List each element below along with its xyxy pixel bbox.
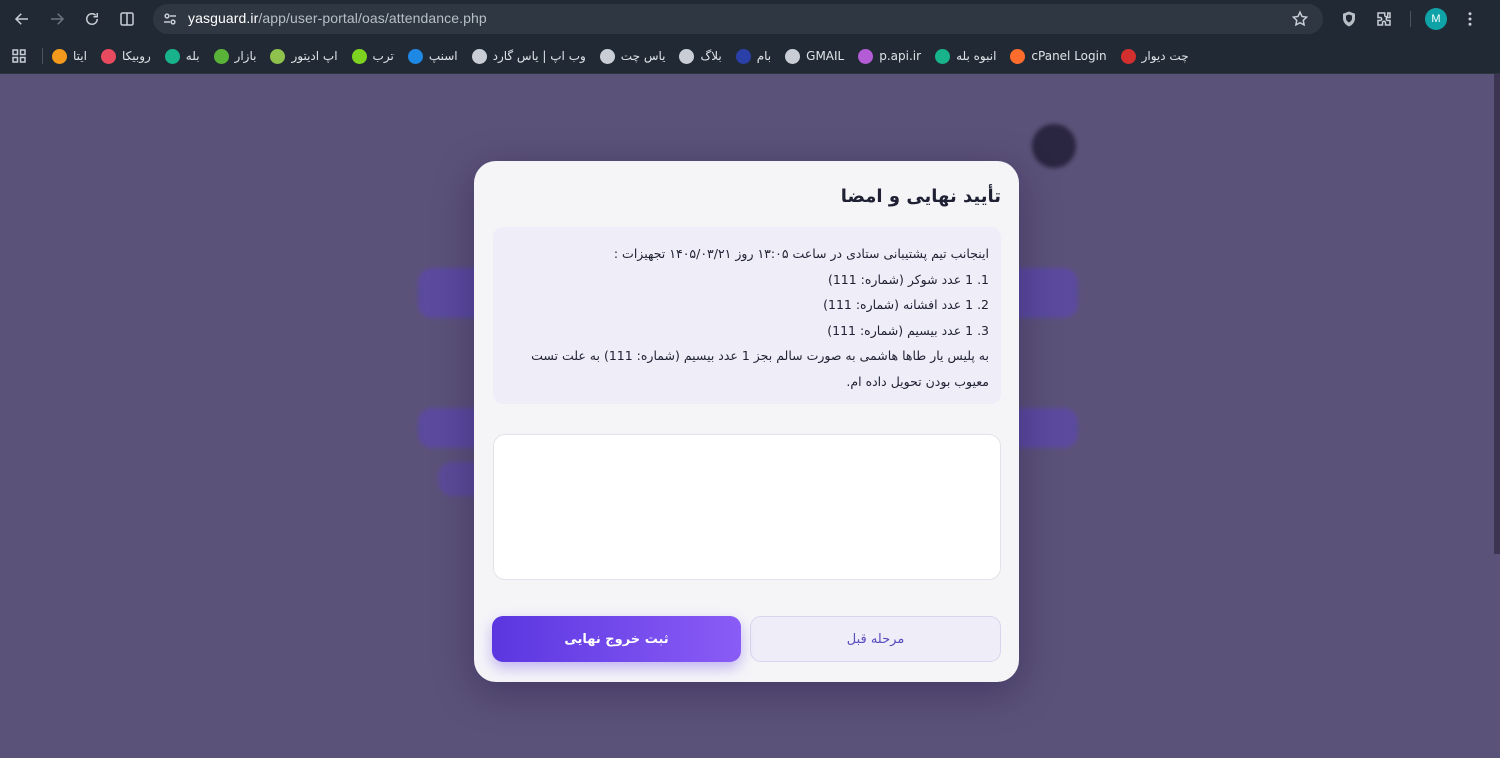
url-path: /app/user-portal/oas/attendance.php — [258, 10, 487, 26]
bookmark-label: ایتا — [73, 49, 87, 63]
bookmark-item[interactable]: وب اپ | یاس گارد — [471, 44, 586, 68]
bookmark-label: p.api.ir — [879, 49, 922, 63]
final-exit-submit-button[interactable]: ثبت خروج نهایی — [492, 616, 741, 662]
bookmark-favicon-icon — [858, 48, 874, 64]
statement-line: اینجانب تیم پشتیبانی ستادی در ساعت ۱۳:۰۵… — [613, 246, 989, 261]
extensions-puzzle-icon[interactable] — [1373, 8, 1395, 30]
split-view-icon[interactable] — [116, 8, 138, 30]
handover-statement: اینجانب تیم پشتیبانی ستادی در ساعت ۱۳:۰۵… — [493, 227, 1001, 404]
bookmark-favicon-icon — [471, 48, 487, 64]
bookmark-item[interactable]: cPanel Login — [1010, 44, 1107, 68]
bookmark-item[interactable]: اپ ادیتور — [270, 44, 338, 68]
bookmark-favicon-icon — [735, 48, 751, 64]
bookmark-item[interactable]: یاس چت — [599, 44, 666, 68]
bookmarks-list: ایتا روبیکا بله بازار اپ ادیتور ترب اسنپ وب اپ … — [52, 38, 1192, 74]
kebab-menu-icon[interactable] — [1459, 8, 1481, 30]
address-bar[interactable]: yasguard.ir/app/user-portal/oas/attendan… — [153, 4, 1323, 34]
bookmark-favicon-icon — [351, 48, 367, 64]
apps-grid-icon[interactable] — [10, 47, 28, 65]
backdrop-avatar — [1032, 124, 1076, 168]
bookmark-label: چت دیوار — [1141, 49, 1189, 63]
bookmark-item[interactable]: بلاگ — [679, 44, 722, 68]
bookmark-favicon-icon — [1010, 48, 1026, 64]
bookmark-item[interactable]: روبیکا — [100, 44, 151, 68]
back-icon[interactable] — [11, 8, 33, 30]
browser-toolbar: yasguard.ir/app/user-portal/oas/attendan… — [0, 0, 1500, 38]
statement-line: به پلیس یار طاها هاشمی به صورت سالم بجز … — [531, 348, 989, 389]
bookmark-star-icon[interactable] — [1291, 10, 1309, 28]
bookmark-favicon-icon — [785, 48, 801, 64]
bookmark-item[interactable]: انبوه بله — [935, 44, 996, 68]
bookmark-item[interactable]: بله — [164, 44, 200, 68]
forward-icon[interactable] — [46, 8, 68, 30]
bookmark-favicon-icon — [270, 48, 286, 64]
bookmark-favicon-icon — [1120, 48, 1136, 64]
bookmark-favicon-icon — [599, 48, 615, 64]
bookmark-item[interactable]: GMAIL — [785, 44, 844, 68]
toolbar-divider — [1410, 11, 1411, 27]
bookmark-favicon-icon — [935, 48, 951, 64]
previous-step-button[interactable]: مرحله قبل — [750, 616, 1001, 662]
bookmark-label: اسنپ — [428, 49, 458, 63]
profile-avatar[interactable]: M — [1425, 8, 1447, 30]
bookmark-item[interactable]: ایتا — [52, 44, 87, 68]
bookmark-label: انبوه بله — [956, 49, 997, 63]
bookmark-favicon-icon — [213, 48, 229, 64]
bookmark-favicon-icon — [407, 48, 423, 64]
bookmark-label: GMAIL — [806, 49, 845, 63]
bookmark-label: بازار — [234, 49, 257, 63]
statement-item: 1. 1 عدد شوکر (شماره: 111) — [827, 271, 989, 287]
bookmark-label: وب اپ | یاس گارد — [492, 49, 586, 63]
modal-title: تأیید نهایی و امضا — [840, 186, 1001, 207]
bookmark-label: بله — [185, 49, 200, 63]
bookmark-label: اپ ادیتور — [291, 49, 338, 63]
bookmark-label: یاس چت — [620, 49, 666, 63]
bookmark-favicon-icon — [52, 48, 67, 64]
statement-item: 3. 1 عدد بیسیم (شماره: 111) — [827, 322, 989, 338]
bookmark-item[interactable]: بام — [735, 44, 772, 68]
reload-icon[interactable] — [81, 8, 103, 30]
bookmark-label: بلاگ — [700, 49, 722, 63]
bookmark-favicon-icon — [100, 48, 116, 64]
bookmark-label: ترب — [372, 49, 394, 63]
bookmark-favicon-icon — [679, 48, 695, 64]
bookmark-item[interactable]: بازار — [213, 44, 257, 68]
bookmark-item[interactable]: ترب — [351, 44, 394, 68]
bookmark-item[interactable]: چت دیوار — [1120, 44, 1189, 68]
bookmark-item[interactable]: اسنپ — [407, 44, 458, 68]
bookmarks-divider — [42, 48, 43, 64]
bookmark-favicon-icon — [164, 48, 180, 64]
shield-extension-icon[interactable] — [1338, 8, 1360, 30]
final-confirmation-modal: تأیید نهایی و امضا اینجانب تیم پشتیبانی … — [474, 161, 1019, 682]
bookmark-label: cPanel Login — [1031, 49, 1107, 63]
bookmark-item[interactable]: p.api.ir — [858, 44, 921, 68]
bookmark-label: بام — [756, 49, 772, 63]
url-host: yasguard.ir — [188, 10, 259, 26]
scrollbar[interactable] — [1494, 74, 1500, 554]
signature-pad[interactable] — [493, 434, 1001, 580]
url-text[interactable]: yasguard.ir/app/user-portal/oas/attendan… — [188, 10, 487, 26]
bookmark-label: روبیکا — [121, 49, 151, 63]
statement-item: 2. 1 عدد افشانه (شماره: 111) — [823, 297, 989, 312]
site-settings-icon[interactable] — [161, 10, 179, 28]
